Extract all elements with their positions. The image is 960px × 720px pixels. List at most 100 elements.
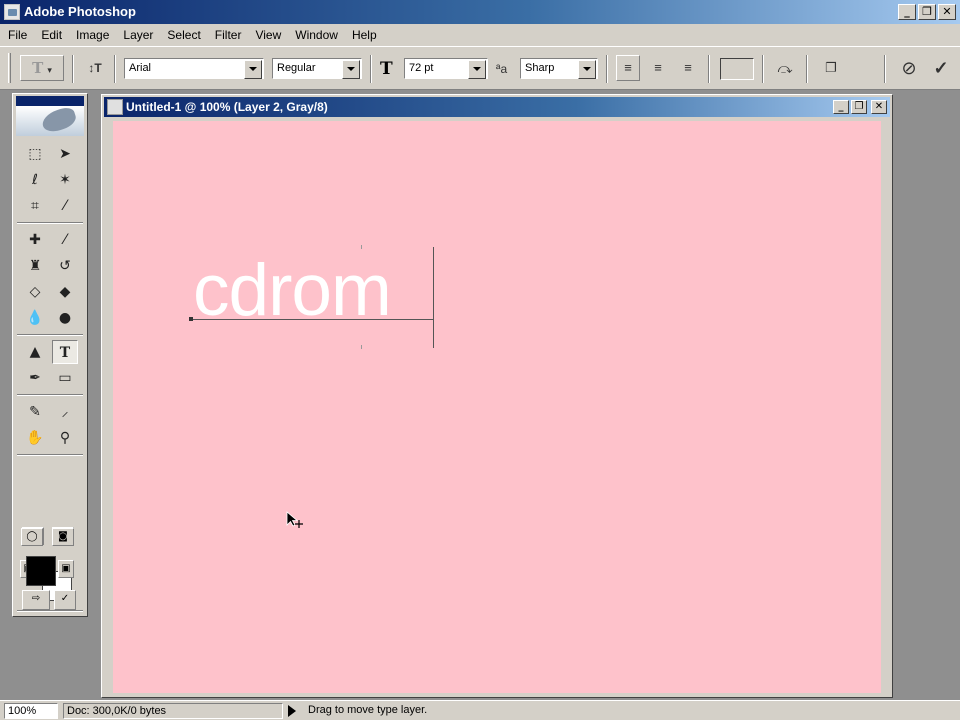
standard-mode-button[interactable]: ◯ xyxy=(21,528,43,546)
menu-help[interactable]: Help xyxy=(345,24,384,46)
move-tool-icon[interactable]: ➤ xyxy=(52,142,78,166)
dodge-tool-icon[interactable]: ● xyxy=(52,306,78,330)
path-select-icon[interactable]: ▲ xyxy=(22,340,48,364)
document-icon xyxy=(107,99,123,115)
separator xyxy=(762,55,764,83)
palettes-icon: ❐ xyxy=(825,60,837,75)
align-right-button[interactable]: ≡ xyxy=(676,55,700,81)
antialias-icon: ªa xyxy=(496,62,508,76)
restore-button[interactable]: ❐ xyxy=(918,4,936,20)
font-size-select[interactable]: 72 pt xyxy=(404,58,488,79)
separator xyxy=(114,55,116,83)
type-tool-icon: T xyxy=(32,59,44,77)
screen-mode-full-button[interactable]: ▣ xyxy=(58,560,74,578)
pen-tool-icon[interactable]: ✒ xyxy=(22,366,48,390)
eyedropper-icon[interactable]: ⸝ xyxy=(52,400,78,424)
tool-preset-picker[interactable]: T ▾ xyxy=(20,55,64,81)
separator xyxy=(17,334,83,336)
standard-mode-icon: ◯ xyxy=(26,531,38,542)
align-center-icon: ≡ xyxy=(654,60,662,75)
separator xyxy=(17,222,83,224)
menu-view[interactable]: View xyxy=(248,24,288,46)
hand-tool-icon[interactable]: ✋ xyxy=(22,426,48,450)
status-message: Drag to move type layer. xyxy=(308,704,428,716)
align-left-button[interactable]: ≡ xyxy=(616,55,640,81)
text-baseline-anchor xyxy=(189,317,193,321)
crop-tool-icon[interactable]: ⌗ xyxy=(22,194,48,218)
zoom-level-field[interactable]: 100% xyxy=(4,703,58,719)
separator xyxy=(17,610,83,612)
quick-mask-button[interactable]: ◙ xyxy=(52,528,74,546)
font-family-select[interactable]: Arial xyxy=(124,58,264,79)
antialias-select[interactable]: Sharp xyxy=(520,58,598,79)
warp-text-button[interactable]: ⤼ xyxy=(772,55,798,81)
lasso-tool-icon[interactable]: ℓ xyxy=(22,168,48,192)
toolbox-title-bar[interactable] xyxy=(16,96,84,106)
separator xyxy=(17,454,83,456)
separator xyxy=(884,55,886,83)
chevron-down-icon xyxy=(244,60,262,79)
foreground-color-swatch[interactable] xyxy=(26,556,56,586)
font-style-select[interactable]: Regular xyxy=(272,58,362,79)
close-button[interactable]: ✕ xyxy=(938,4,956,20)
document-title: Untitled-1 @ 100% (Layer 2, Gray/8) xyxy=(126,100,328,114)
doc-minimize-button[interactable]: _ xyxy=(833,100,849,114)
clone-stamp-icon[interactable]: ♜ xyxy=(22,254,48,278)
magic-wand-tool-icon[interactable]: ✶ xyxy=(52,168,78,192)
brush-tool-icon[interactable]: ⁄ xyxy=(52,228,78,252)
align-center-button[interactable]: ≡ xyxy=(646,55,670,81)
validate-button[interactable]: ✓ xyxy=(54,590,76,610)
doc-restore-button[interactable]: ❐ xyxy=(851,100,867,114)
font-family-value: Arial xyxy=(129,62,152,74)
warp-text-icon: ⤼ xyxy=(777,60,793,76)
move-cursor-icon xyxy=(286,511,303,528)
app-title-bar: Adobe Photoshop _ ❐ ✕ xyxy=(0,0,960,24)
cancel-icon: ⊘ xyxy=(901,58,917,78)
eraser-tool-icon[interactable]: ◇ xyxy=(22,280,48,304)
text-color-swatch[interactable] xyxy=(720,58,754,80)
text-orientation-button[interactable]: ↕T xyxy=(82,55,108,81)
menu-select[interactable]: Select xyxy=(160,24,207,46)
bounding-tick xyxy=(361,245,362,249)
document-size-info[interactable]: Doc: 300,0K/0 bytes xyxy=(63,703,283,719)
palettes-button[interactable]: ❐ xyxy=(818,55,844,81)
menu-image[interactable]: Image xyxy=(69,24,116,46)
feather-logo-icon[interactable] xyxy=(16,106,84,136)
zoom-tool-icon[interactable]: ⚲ xyxy=(52,426,78,450)
document-title-bar[interactable]: Untitled-1 @ 100% (Layer 2, Gray/8) _ ❐ … xyxy=(104,97,890,117)
doc-close-button[interactable]: ✕ xyxy=(871,100,887,114)
marquee-tool-icon[interactable]: ⬚ xyxy=(22,142,48,166)
menu-layer[interactable]: Layer xyxy=(116,24,160,46)
rectangle-tool-icon[interactable]: ▭ xyxy=(52,366,78,390)
chevron-down-icon xyxy=(342,60,360,79)
canvas[interactable]: cdrom xyxy=(113,121,881,693)
type-tool-icon[interactable]: T xyxy=(52,340,78,364)
text-baseline xyxy=(191,319,434,320)
options-grip[interactable] xyxy=(8,53,11,83)
menu-edit[interactable]: Edit xyxy=(34,24,69,46)
commit-button[interactable]: ✓ xyxy=(928,55,954,81)
menu-filter[interactable]: Filter xyxy=(208,24,249,46)
menu-window[interactable]: Window xyxy=(288,24,345,46)
play-arrow-icon[interactable] xyxy=(288,705,296,717)
jump-to-imageready-button[interactable]: ⇨ xyxy=(22,590,50,610)
notes-tool-icon[interactable]: ✎ xyxy=(22,400,48,424)
font-size-value: 72 pt xyxy=(409,62,434,74)
text-insertion-caret xyxy=(433,247,434,348)
minimize-button[interactable]: _ xyxy=(898,4,916,20)
healing-brush-icon[interactable]: ✚ xyxy=(22,228,48,252)
blur-tool-icon[interactable]: 💧 xyxy=(22,306,48,330)
menu-file[interactable]: File xyxy=(1,24,34,46)
separator xyxy=(708,55,710,83)
align-left-icon: ≡ xyxy=(624,60,632,75)
paint-bucket-icon[interactable]: ◆ xyxy=(52,280,78,304)
status-bar: 100% Doc: 300,0K/0 bytes Drag to move ty… xyxy=(0,700,960,720)
quick-mask-icon: ◙ xyxy=(58,531,68,542)
history-brush-icon[interactable]: ↺ xyxy=(52,254,78,278)
menu-bar: File Edit Image Layer Select Filter View Window… xyxy=(0,24,960,46)
chevron-down-icon xyxy=(578,60,596,79)
text-orientation-icon: ↕T xyxy=(88,61,102,75)
cancel-button[interactable]: ⊘ xyxy=(896,55,922,81)
slice-tool-icon[interactable]: ⁄ xyxy=(52,194,78,218)
chevron-down-icon: ▾ xyxy=(47,65,52,75)
